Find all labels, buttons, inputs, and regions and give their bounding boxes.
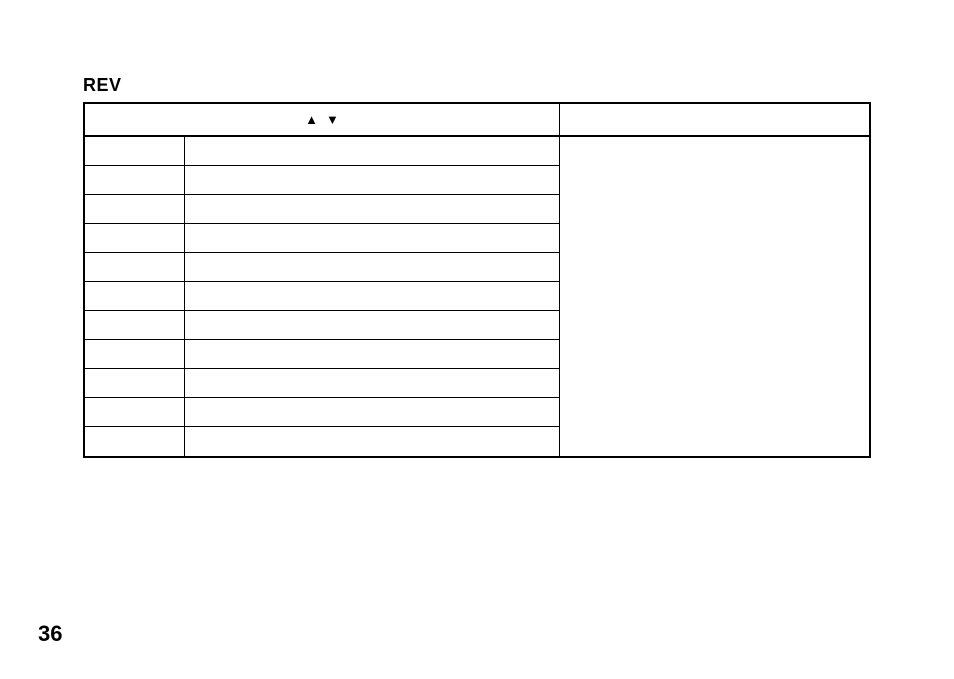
row-cell-1 xyxy=(85,398,185,426)
page-title: REV xyxy=(83,75,871,96)
table-row xyxy=(85,282,559,311)
row-cell-2 xyxy=(185,340,559,368)
table-body xyxy=(85,137,869,456)
row-cell-1 xyxy=(85,311,185,339)
table-row xyxy=(85,224,559,253)
row-cell-1 xyxy=(85,427,185,456)
row-cell-1 xyxy=(85,224,185,252)
table: ▲ ▼ xyxy=(83,102,871,458)
row-cell-2 xyxy=(185,195,559,223)
page-container: REV ▲ ▼ xyxy=(0,0,954,679)
row-cell-2 xyxy=(185,282,559,310)
row-cell-2 xyxy=(185,398,559,426)
table-row xyxy=(85,311,559,340)
arrow-down-icon: ▼ xyxy=(326,113,339,126)
table-row xyxy=(85,253,559,282)
row-cell-2 xyxy=(185,166,559,194)
table-row xyxy=(85,340,559,369)
row-cell-1 xyxy=(85,282,185,310)
table-header: ▲ ▼ xyxy=(85,104,869,137)
row-cell-2 xyxy=(185,369,559,397)
row-cell-1 xyxy=(85,137,185,165)
page-number: 36 xyxy=(38,621,62,647)
header-right-cell xyxy=(560,104,869,135)
table-row xyxy=(85,195,559,224)
row-cell-1 xyxy=(85,195,185,223)
row-cell-2 xyxy=(185,253,559,281)
row-cell-2 xyxy=(185,137,559,165)
table-row xyxy=(85,137,559,166)
row-cell-1 xyxy=(85,340,185,368)
header-left-cell: ▲ ▼ xyxy=(85,104,560,135)
table-row xyxy=(85,369,559,398)
table-right-section xyxy=(560,137,869,456)
row-cell-2 xyxy=(185,311,559,339)
table-left-section xyxy=(85,137,560,456)
table-row xyxy=(85,427,559,456)
row-cell-2 xyxy=(185,427,559,456)
table-row xyxy=(85,166,559,195)
table-row xyxy=(85,398,559,427)
row-cell-1 xyxy=(85,166,185,194)
row-cell-1 xyxy=(85,369,185,397)
row-cell-2 xyxy=(185,224,559,252)
arrow-up-icon: ▲ xyxy=(305,113,318,126)
row-cell-1 xyxy=(85,253,185,281)
